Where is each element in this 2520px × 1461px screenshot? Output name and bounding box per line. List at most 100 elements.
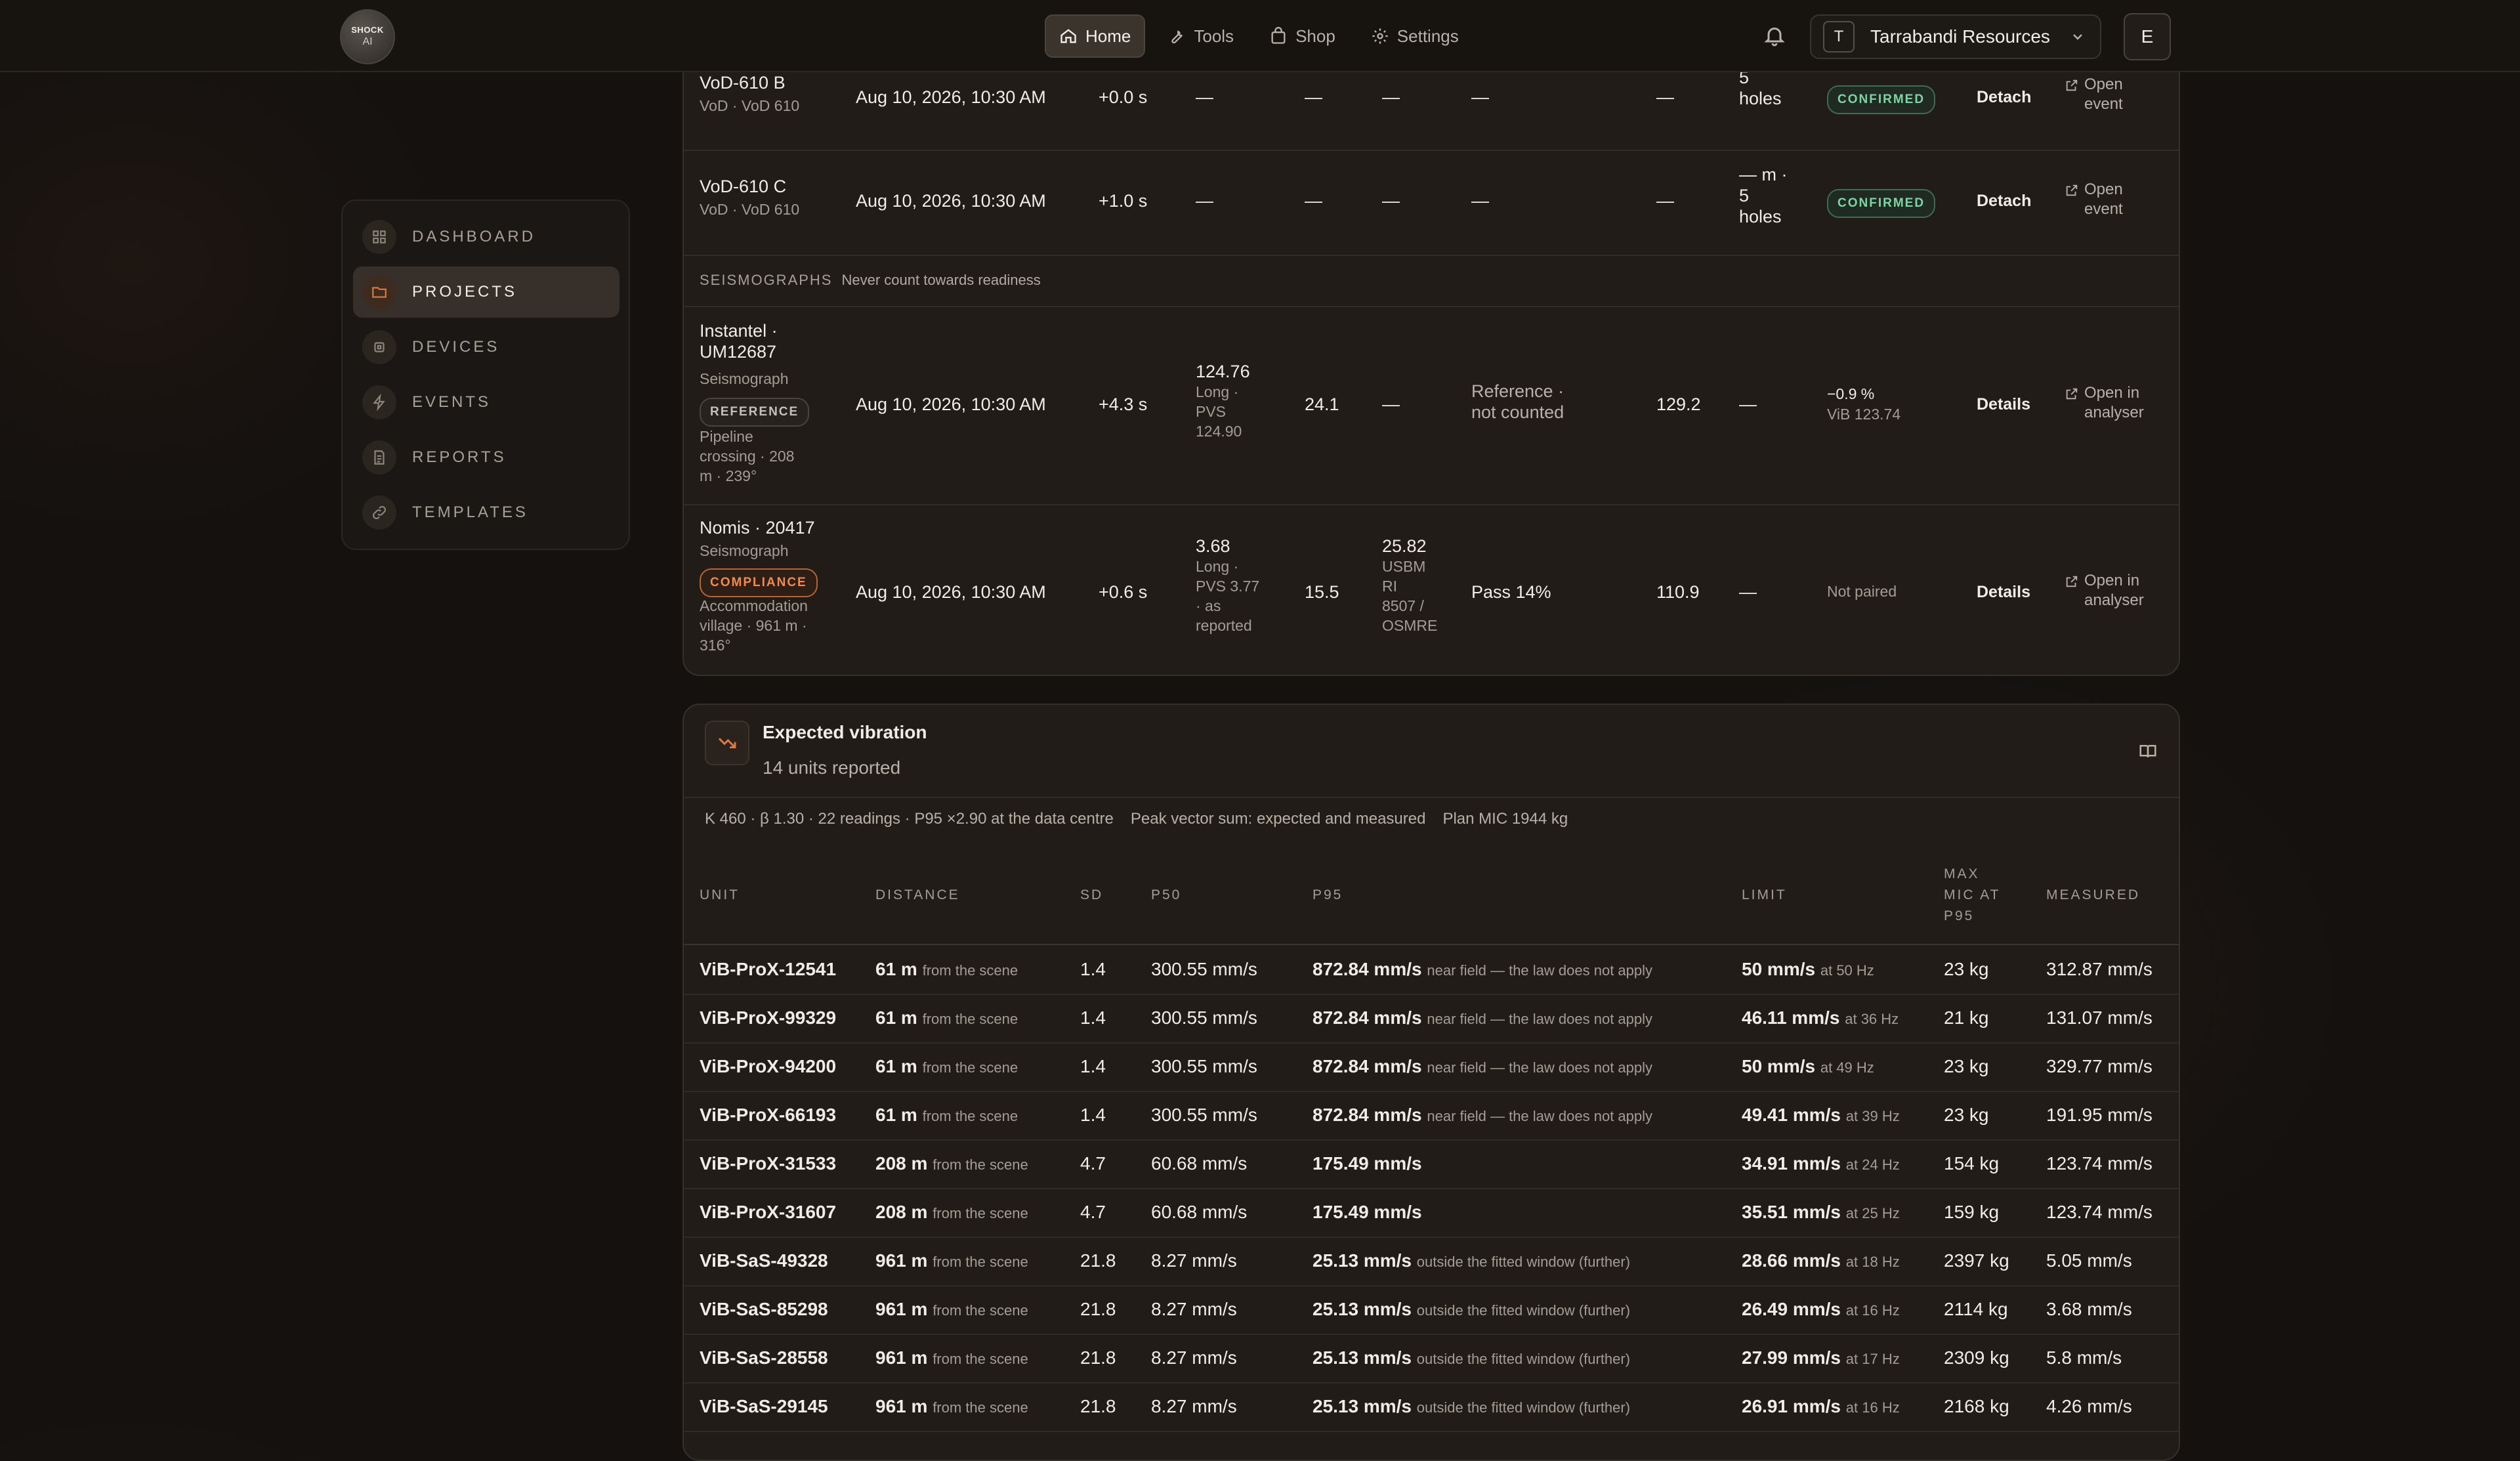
bolt-icon — [373, 394, 385, 411]
folder-icon — [372, 287, 387, 298]
table-header: UNIT DISTANCE SD P50 P95 LIMIT MAX MIC A… — [684, 849, 2179, 945]
device-name: Instantel · UM12687 — [700, 321, 778, 362]
table-row[interactable]: ViB-SaS-28558 961 m from the scene 21.8 8.2… — [684, 1334, 2179, 1384]
table-row[interactable]: ViB-SaS-29145 961 m from the scene 21.8 8.2… — [684, 1382, 2179, 1432]
value-freq: 15.5 — [1305, 582, 1339, 602]
unit-p50: 8.27 mm/s — [1151, 1396, 1237, 1416]
details-button[interactable]: Details — [1977, 582, 2030, 603]
unit-max-mic: 21 kg — [1944, 1007, 1989, 1028]
table-row[interactable]: Nomis · 20417 Seismograph COMPLIANCE Acc… — [684, 504, 2179, 675]
unit-measured: 329.77 mm/s — [2046, 1056, 2152, 1076]
detach-button[interactable]: Detach — [1977, 87, 2031, 108]
unit-p50: 60.68 mm/s — [1151, 1202, 1248, 1222]
value-verdict: — — [1471, 87, 1489, 107]
nav-shop[interactable]: Shop — [1256, 16, 1349, 56]
table-row[interactable]: Instantel · UM12687 Seismograph REFERENC… — [684, 306, 2179, 505]
unit-limit: 46.11 mm/s at 36 Hz — [1742, 1007, 1899, 1028]
value-freq: — — [1305, 191, 1322, 211]
nav-home-label: Home — [1085, 26, 1131, 46]
unit-name: ViB-SaS-29145 — [700, 1396, 828, 1416]
unit-measured: 131.07 mm/s — [2046, 1007, 2152, 1028]
open-event-link[interactable]: Open event — [2065, 180, 2123, 219]
org-switcher[interactable]: T Tarrabandi Resources — [1810, 14, 2101, 59]
table-row[interactable]: ViB-ProX-31607 208 m from the scene 4.7 60.… — [684, 1188, 2179, 1238]
table-row[interactable]: ViB-ProX-31533 208 m from the scene 4.7 60.… — [684, 1139, 2179, 1189]
unit-limit: 49.41 mm/s at 39 Hz — [1742, 1105, 1900, 1125]
sidebar-item-label: PROJECTS — [412, 283, 518, 301]
table-row[interactable]: ViB-SaS-49328 961 m from the scene 21.8 8.2… — [684, 1237, 2179, 1286]
sidebar-item-dashboard[interactable]: DASHBOARD — [353, 211, 620, 263]
external-link-icon — [2066, 388, 2078, 400]
user-avatar[interactable]: E — [2124, 13, 2171, 60]
sidebar-item-label: DEVICES — [412, 338, 500, 356]
nav-home[interactable]: Home — [1045, 14, 1146, 58]
unit-measured: 4.26 mm/s — [2046, 1396, 2132, 1416]
sidebar-item-label: REPORTS — [412, 448, 507, 466]
unit-limit: 27.99 mm/s at 17 Hz — [1742, 1347, 1900, 1368]
nav-settings[interactable]: Settings — [1358, 16, 1472, 56]
sidebar-item-events[interactable]: EVENTS — [353, 377, 620, 428]
table-row[interactable]: ViB-ProX-99329 61 m from the scene 1.4 300.… — [684, 994, 2179, 1044]
unit-p50: 8.27 mm/s — [1151, 1250, 1237, 1271]
notifications-button[interactable] — [1763, 24, 1786, 47]
unit-max-mic: 159 kg — [1944, 1202, 2000, 1222]
unit-max-mic: 2397 kg — [1944, 1250, 2009, 1271]
event-time: Aug 10, 2026, 10:30 AM — [856, 582, 1046, 602]
unit-p95: 25.13 mm/s outside the fitted window (fu… — [1312, 1250, 1631, 1271]
sidebar-item-devices[interactable]: DEVICES — [353, 322, 620, 373]
unit-limit: 26.91 mm/s at 16 Hz — [1742, 1396, 1900, 1416]
table-row[interactable]: VoD-610 C VoD · VoD 610 Aug 10, 2026, 10… — [684, 150, 2179, 256]
detach-button[interactable]: Detach — [1977, 190, 2031, 211]
unit-measured: 5.8 mm/s — [2046, 1347, 2122, 1368]
unit-p95: 175.49 mm/s — [1312, 1202, 1422, 1222]
unit-limit: 34.91 mm/s at 24 Hz — [1742, 1153, 1900, 1174]
card-header: Expected vibration 14 units reported — [684, 705, 2179, 798]
unit-distance: 61 m from the scene — [875, 1105, 1018, 1125]
unit-name: ViB-SaS-28558 — [700, 1347, 828, 1368]
device-sub: VoD · VoD 610 — [700, 201, 800, 218]
open-event-link[interactable]: Open event — [2065, 75, 2123, 114]
table-row[interactable]: ViB-SaS-85298 961 m from the scene 21.8 8.2… — [684, 1285, 2179, 1335]
gear-icon — [1372, 28, 1388, 44]
sidebar-item-templates[interactable]: TEMPLATES — [353, 487, 620, 538]
sidebar-item-reports[interactable]: REPORTS — [353, 432, 620, 483]
unit-sd: 21.8 — [1080, 1347, 1116, 1368]
value-holes: — — [1739, 582, 1757, 602]
device-type: Seismograph — [700, 370, 789, 387]
open-in-analyser-link[interactable]: Open in analyser — [2065, 383, 2144, 423]
section-caption: SEISMOGRAPHS — [700, 272, 833, 288]
device-name: Nomis · 20417 — [700, 518, 815, 538]
card-subtitle: 14 units reported — [763, 757, 901, 778]
table-row[interactable]: ViB-ProX-66193 61 m from the scene 1.4 300.… — [684, 1091, 2179, 1141]
details-button[interactable]: Details — [1977, 394, 2030, 415]
value-freq: 24.1 — [1305, 394, 1339, 414]
unit-limit: 28.66 mm/s at 18 Hz — [1742, 1250, 1900, 1271]
bag-icon — [1271, 27, 1286, 44]
docs-button[interactable] — [2138, 742, 2158, 761]
unit-p50: 300.55 mm/s — [1151, 1105, 1257, 1125]
pair-status: Not paired — [1827, 583, 1897, 600]
wrench-icon — [1171, 30, 1183, 44]
event-time: Aug 10, 2026, 10:30 AM — [856, 394, 1046, 414]
home-icon — [1060, 29, 1076, 43]
table-row[interactable]: ViB-ProX-12541 61 m from the scene 1.4 300.… — [684, 945, 2179, 995]
value-freq: — — [1305, 87, 1322, 107]
expected-vibration-card: Expected vibration 14 units reported K 4… — [682, 704, 2180, 1461]
table-row[interactable]: ViB-ProX-94200 61 m from the scene 1.4 300.… — [684, 1042, 2179, 1092]
seismographs-section-header: SEISMOGRAPHS Never count towards readines… — [684, 255, 2179, 307]
col-p95: P95 — [1312, 887, 1343, 902]
unit-distance: 961 m from the scene — [875, 1299, 1028, 1319]
unit-sd: 1.4 — [1080, 1056, 1106, 1076]
nav-tools[interactable]: Tools — [1154, 16, 1247, 56]
value-holes: — — [1739, 394, 1757, 414]
col-p50: P50 — [1151, 887, 1182, 902]
unit-sd: 1.4 — [1080, 959, 1106, 979]
sidebar-item-projects[interactable]: PROJECTS — [353, 266, 620, 318]
unit-p95: 872.84 mm/s near field — the law does no… — [1312, 959, 1653, 979]
open-in-analyser-link[interactable]: Open in analyser — [2065, 571, 2144, 610]
unit-limit: 50 mm/s at 49 Hz — [1742, 1056, 1874, 1076]
app-logo[interactable]: SHOCK AI — [340, 9, 395, 64]
bell-icon — [1764, 28, 1785, 47]
col-unit: UNIT — [700, 887, 740, 902]
unit-name: ViB-SaS-85298 — [700, 1299, 828, 1319]
